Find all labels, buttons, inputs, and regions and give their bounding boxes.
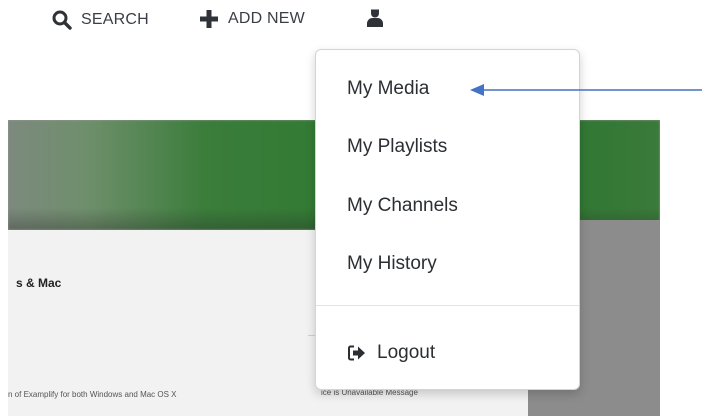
user-icon — [367, 9, 383, 27]
logout-button[interactable]: Logout — [348, 342, 435, 364]
thumbnail-title-text: s & Mac — [16, 276, 62, 290]
menu-item-my-history[interactable]: My History — [347, 253, 437, 275]
annotation-arrow — [470, 84, 702, 96]
search-icon — [52, 10, 72, 30]
add-new-button[interactable]: ADD NEW — [200, 10, 305, 28]
menu-item-my-channels[interactable]: My Channels — [347, 195, 458, 217]
search-label: SEARCH — [81, 11, 149, 28]
user-menu-button[interactable] — [366, 8, 384, 28]
top-navigation: SEARCH ADD NEW — [0, 0, 703, 44]
logout-label: Logout — [377, 342, 436, 363]
menu-item-my-playlists[interactable]: My Playlists — [347, 136, 447, 158]
plus-icon — [200, 10, 218, 28]
thumbnail-subtitle-text: n of Examplify for both Windows and Mac … — [8, 390, 177, 399]
menu-divider — [316, 305, 579, 306]
sign-out-icon — [348, 345, 365, 361]
menu-item-my-media[interactable]: My Media — [347, 78, 429, 100]
add-new-label: ADD NEW — [228, 10, 305, 27]
user-dropdown-menu: My Media My Playlists My Channels My His… — [315, 49, 580, 390]
search-button[interactable]: SEARCH — [52, 10, 149, 30]
